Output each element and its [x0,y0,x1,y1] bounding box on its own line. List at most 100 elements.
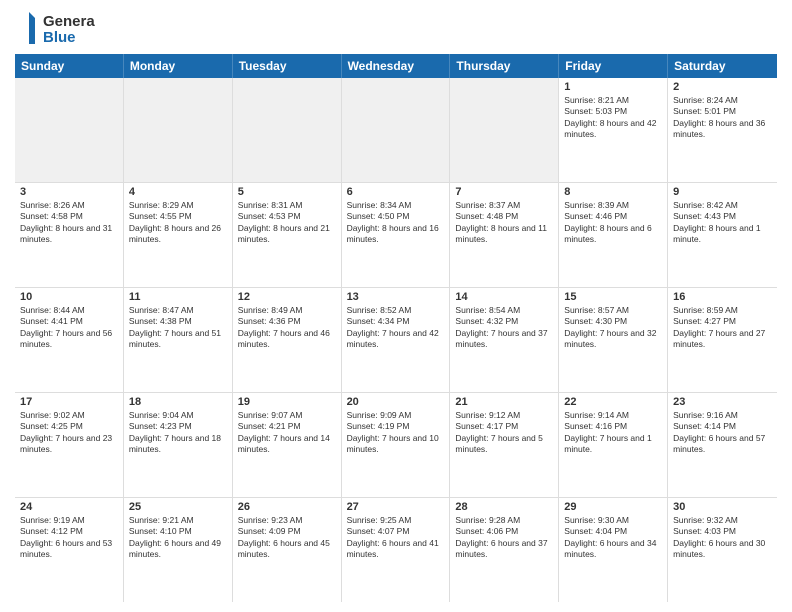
day-info: Sunrise: 9:16 AMSunset: 4:14 PMDaylight:… [673,410,772,456]
day-info: Sunrise: 9:07 AMSunset: 4:21 PMDaylight:… [238,410,336,456]
day-info: Sunrise: 9:25 AMSunset: 4:07 PMDaylight:… [347,515,445,561]
day-number: 8 [564,186,662,198]
day-info: Sunrise: 8:49 AMSunset: 4:36 PMDaylight:… [238,305,336,351]
day-number: 1 [564,81,662,93]
cal-cell-2: 2Sunrise: 8:24 AMSunset: 5:01 PMDaylight… [668,78,777,182]
header-day-friday: Friday [559,54,668,78]
cal-cell-19: 19 Sunrise: 9:07 AMSunset: 4:21 PMDayligh… [233,393,342,497]
day-info: Sunrise: 8:21 AMSunset: 5:03 PMDaylight:… [564,95,662,141]
day-number: 3 [20,186,118,198]
header-day-sunday: Sunday [15,54,124,78]
day-number: 19 [238,396,336,408]
day-info: Sunrise: 8:31 AMSunset: 4:53 PMDaylight:… [238,200,336,246]
cal-cell-27: 27Sunrise: 9:25 AMSunset: 4:07 PMDayligh… [342,498,451,602]
day-info: Sunrise: 9:12 AMSunset: 4:17 PMDaylight:… [455,410,553,456]
cal-cell-29: 29 Sunrise: 9:30 AMSunset: 4:04 PMDayligh… [559,498,668,602]
cal-cell-4: 4Sunrise: 8:29 AMSunset: 4:55 PMDaylight… [124,183,233,287]
day-info: Sunrise: 9:30 AMSunset: 4:04 PMDaylight:… [564,515,662,561]
day-info: Sunrise: 8:44 AMSunset: 4:41 PMDaylight:… [20,305,118,351]
calendar-row-3: 10 Sunrise: 8:44 AMSunset: 4:41 PMDayligh… [15,288,777,393]
day-info: Sunrise: 8:59 AMSunset: 4:27 PMDaylight:… [673,305,772,351]
day-info: Sunrise: 9:19 AMSunset: 4:12 PMDaylight:… [20,515,118,561]
cal-cell-empty-0-2 [233,78,342,182]
cal-cell-21: 21 Sunrise: 9:12 AMSunset: 4:17 PMDayligh… [450,393,559,497]
day-number: 5 [238,186,336,198]
cal-cell-26: 26 Sunrise: 9:23 AMSunset: 4:09 PMDayligh… [233,498,342,602]
cal-cell-30: 30 Sunrise: 9:32 AMSunset: 4:03 PMDayligh… [668,498,777,602]
day-info: Sunrise: 8:39 AMSunset: 4:46 PMDaylight:… [564,200,662,246]
cal-cell-empty-0-4 [450,78,559,182]
day-number: 11 [129,291,227,303]
cal-cell-6: 6 Sunrise: 8:34 AMSunset: 4:50 PMDaylight… [342,183,451,287]
svg-text:General: General [43,13,95,30]
day-number: 17 [20,396,118,408]
day-number: 28 [455,501,553,513]
day-number: 15 [564,291,662,303]
cal-cell-17: 17 Sunrise: 9:02 AMSunset: 4:25 PMDayligh… [15,393,124,497]
day-number: 12 [238,291,336,303]
logo-svg: GeneralBlue [15,10,95,46]
calendar-row-5: 24 Sunrise: 9:19 AMSunset: 4:12 PMDayligh… [15,498,777,602]
cal-cell-empty-0-0 [15,78,124,182]
calendar-header: SundayMondayTuesdayWednesdayThursdayFrid… [15,54,777,78]
day-number: 20 [347,396,445,408]
day-number: 26 [238,501,336,513]
day-info: Sunrise: 8:54 AMSunset: 4:32 PMDaylight:… [455,305,553,351]
cal-cell-5: 5 Sunrise: 8:31 AMSunset: 4:53 PMDaylight… [233,183,342,287]
day-info: Sunrise: 8:52 AMSunset: 4:34 PMDaylight:… [347,305,445,351]
cal-cell-24: 24 Sunrise: 9:19 AMSunset: 4:12 PMDayligh… [15,498,124,602]
day-info: Sunrise: 8:57 AMSunset: 4:30 PMDaylight:… [564,305,662,351]
day-info: Sunrise: 9:23 AMSunset: 4:09 PMDaylight:… [238,515,336,561]
cal-cell-9: 9Sunrise: 8:42 AMSunset: 4:43 PMDaylight… [668,183,777,287]
day-info: Sunrise: 8:24 AMSunset: 5:01 PMDaylight:… [673,95,772,141]
cal-cell-25: 25 Sunrise: 9:21 AMSunset: 4:10 PMDayligh… [124,498,233,602]
day-info: Sunrise: 8:34 AMSunset: 4:50 PMDaylight:… [347,200,445,246]
cal-cell-20: 20 Sunrise: 9:09 AMSunset: 4:19 PMDayligh… [342,393,451,497]
calendar-row-4: 17 Sunrise: 9:02 AMSunset: 4:25 PMDayligh… [15,393,777,498]
day-number: 10 [20,291,118,303]
cal-cell-10: 10 Sunrise: 8:44 AMSunset: 4:41 PMDayligh… [15,288,124,392]
page: GeneralBlue SundayMondayTuesdayWednesday… [0,0,792,612]
cal-cell-18: 18 Sunrise: 9:04 AMSunset: 4:23 PMDayligh… [124,393,233,497]
day-info: Sunrise: 9:04 AMSunset: 4:23 PMDaylight:… [129,410,227,456]
day-info: Sunrise: 9:21 AMSunset: 4:10 PMDaylight:… [129,515,227,561]
logo: GeneralBlue [15,10,95,46]
day-number: 23 [673,396,772,408]
cal-cell-23: 23 Sunrise: 9:16 AMSunset: 4:14 PMDayligh… [668,393,777,497]
svg-text:Blue: Blue [43,29,76,46]
day-info: Sunrise: 8:26 AMSunset: 4:58 PMDaylight:… [20,200,118,246]
cal-cell-13: 13 Sunrise: 8:52 AMSunset: 4:34 PMDayligh… [342,288,451,392]
header: GeneralBlue [15,10,777,46]
cal-cell-7: 7 Sunrise: 8:37 AMSunset: 4:48 PMDaylight… [450,183,559,287]
cal-cell-28: 28 Sunrise: 9:28 AMSunset: 4:06 PMDayligh… [450,498,559,602]
day-number: 24 [20,501,118,513]
day-number: 30 [673,501,772,513]
day-number: 13 [347,291,445,303]
calendar: SundayMondayTuesdayWednesdayThursdayFrid… [15,54,777,602]
day-number: 22 [564,396,662,408]
header-day-wednesday: Wednesday [342,54,451,78]
day-info: Sunrise: 9:02 AMSunset: 4:25 PMDaylight:… [20,410,118,456]
day-number: 6 [347,186,445,198]
calendar-row-2: 3 Sunrise: 8:26 AMSunset: 4:58 PMDaylight… [15,183,777,288]
day-info: Sunrise: 9:32 AMSunset: 4:03 PMDaylight:… [673,515,772,561]
day-number: 29 [564,501,662,513]
day-info: Sunrise: 9:28 AMSunset: 4:06 PMDaylight:… [455,515,553,561]
day-number: 7 [455,186,553,198]
header-day-thursday: Thursday [450,54,559,78]
cal-cell-12: 12 Sunrise: 8:49 AMSunset: 4:36 PMDayligh… [233,288,342,392]
day-number: 9 [673,186,772,198]
calendar-body: 1 Sunrise: 8:21 AMSunset: 5:03 PMDaylight… [15,78,777,602]
day-number: 4 [129,186,227,198]
calendar-row-1: 1 Sunrise: 8:21 AMSunset: 5:03 PMDaylight… [15,78,777,183]
day-number: 25 [129,501,227,513]
day-number: 21 [455,396,553,408]
day-number: 18 [129,396,227,408]
day-info: Sunrise: 9:09 AMSunset: 4:19 PMDaylight:… [347,410,445,456]
cal-cell-15: 15 Sunrise: 8:57 AMSunset: 4:30 PMDayligh… [559,288,668,392]
day-info: Sunrise: 8:37 AMSunset: 4:48 PMDaylight:… [455,200,553,246]
cal-cell-empty-0-1 [124,78,233,182]
cal-cell-22: 22Sunrise: 9:14 AMSunset: 4:16 PMDayligh… [559,393,668,497]
cal-cell-empty-0-3 [342,78,451,182]
cal-cell-1: 1 Sunrise: 8:21 AMSunset: 5:03 PMDaylight… [559,78,668,182]
